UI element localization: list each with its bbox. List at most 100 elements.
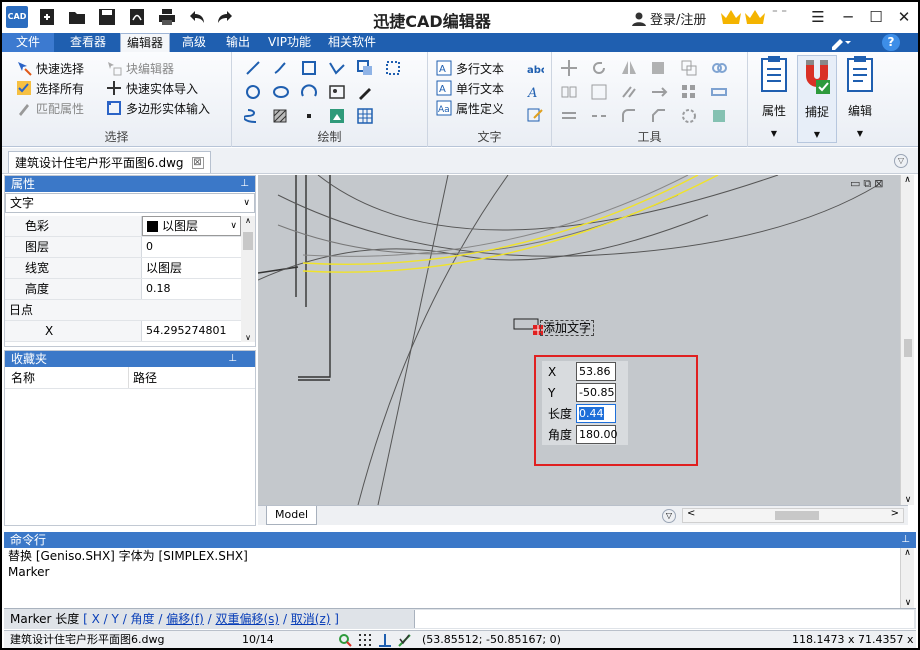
property-row-x[interactable]: X 54.295274801 (5, 321, 241, 342)
property-row-layer[interactable]: 图层 0 (5, 237, 241, 258)
layout-list-icon[interactable]: ▽ (662, 509, 676, 523)
rotate-tool-icon[interactable] (590, 59, 608, 77)
copy-tool-icon[interactable] (680, 59, 698, 77)
viewport-controls[interactable]: ▭⧉⊠ (850, 177, 886, 191)
stretch-tool-icon[interactable] (560, 83, 578, 101)
command-input[interactable] (414, 610, 914, 628)
scroll-down-icon[interactable]: ∨ (241, 333, 255, 342)
image-tool-icon[interactable] (328, 83, 346, 101)
edit-button[interactable]: 编辑 ▼ (840, 55, 880, 143)
block-editor-button[interactable]: 块编辑器 (106, 58, 210, 78)
raster-image-icon[interactable] (328, 107, 346, 125)
scroll-thumb[interactable] (775, 511, 819, 520)
scroll-up-icon[interactable]: ∧ (901, 175, 914, 185)
vip-crown-icon[interactable] (744, 9, 766, 25)
maximize-button[interactable]: ☐ (864, 6, 888, 28)
column-path[interactable]: 路径 (129, 367, 157, 388)
scroll-thumb[interactable] (904, 339, 912, 357)
match-properties-button[interactable]: 匹配属性 (16, 98, 84, 118)
style-icon[interactable] (830, 35, 852, 50)
move-tool-icon[interactable] (560, 59, 578, 77)
hatch-tool-icon[interactable] (272, 107, 290, 125)
layer-tool-icon[interactable] (650, 59, 668, 77)
command-scrollbar[interactable]: ∧ ∨ (900, 548, 914, 608)
circle-tool-icon[interactable] (244, 83, 262, 101)
help-icon[interactable]: ? (882, 34, 900, 51)
attribute-definition-button[interactable]: Aa 属性定义 (436, 98, 504, 118)
open-folder-icon[interactable] (68, 8, 86, 26)
command-option-cancel[interactable]: 取消(z) (291, 612, 331, 626)
mtext-button[interactable]: A 多行文本 (436, 58, 504, 78)
tab-viewer[interactable]: 查看器 (64, 33, 112, 52)
undo-icon[interactable] (188, 8, 206, 26)
color-select[interactable]: 以图层 ∨ (142, 216, 241, 236)
arc-tool-icon[interactable] (300, 83, 318, 101)
polyline-tool-icon[interactable] (328, 59, 346, 77)
tab-related-software[interactable]: 相关软件 (322, 33, 382, 52)
document-tab[interactable]: 建筑设计住宅户形平面图6.dwg ⊠ (8, 151, 211, 173)
join-tool-icon[interactable] (710, 107, 728, 125)
command-option-y[interactable]: Y (112, 612, 119, 626)
canvas-text-entity[interactable]: 添加文字 (540, 320, 595, 336)
quick-select-button[interactable]: 快速选择 (16, 58, 84, 78)
array-tool-icon[interactable] (680, 83, 698, 101)
scale-tool-icon[interactable] (590, 83, 608, 101)
save-icon[interactable] (98, 8, 116, 26)
quick-entity-import-button[interactable]: 快速实体导入 (106, 78, 210, 98)
dynamic-input-y[interactable]: -50.85 (576, 383, 616, 402)
scroll-left-icon[interactable]: < (687, 508, 695, 519)
vertical-scrollbar[interactable]: ∧ ∨ (900, 175, 914, 505)
region-tool-icon[interactable] (384, 59, 402, 77)
fillet-tool-icon[interactable] (620, 107, 638, 125)
scroll-right-icon[interactable]: > (891, 508, 899, 519)
select-all-button[interactable]: 选择所有 (16, 78, 84, 98)
tab-vip[interactable]: VIP功能 (262, 33, 317, 52)
properties-button[interactable]: 属性 ▼ (754, 55, 794, 143)
property-category-point[interactable]: 日点 (5, 300, 241, 321)
spline-tool-icon[interactable] (244, 107, 262, 125)
scroll-thumb[interactable] (243, 232, 253, 250)
command-option-x[interactable]: X (92, 612, 100, 626)
ellipse-tool-icon[interactable] (272, 83, 290, 101)
text-style-icon[interactable]: abc (526, 60, 544, 78)
command-input-line[interactable]: Marker 长度 [ X / Y / 角度 / 偏移(f) / 双重偏移(s)… (4, 608, 916, 629)
close-tab-icon[interactable]: ⊠ (191, 156, 204, 169)
chamfer-tool-icon[interactable] (650, 107, 668, 125)
login-link[interactable]: 登录/注册 (632, 9, 706, 28)
point-tool-icon[interactable] (300, 107, 318, 125)
scroll-up-icon[interactable]: ∧ (241, 216, 255, 230)
text-format-icon[interactable]: A (526, 83, 544, 101)
snap-toggle-icon[interactable] (338, 633, 352, 647)
dynamic-input-length[interactable]: 0.44 (576, 404, 616, 423)
explode-tool-icon[interactable] (680, 107, 698, 125)
measure-tool-icon[interactable] (710, 83, 728, 101)
line-tool-icon[interactable] (244, 59, 262, 77)
tab-editor[interactable]: 编辑器 (120, 33, 171, 52)
block-insert-icon[interactable] (356, 59, 374, 77)
break-tool-icon[interactable] (590, 107, 608, 125)
print-icon[interactable] (158, 8, 176, 26)
pin-icon[interactable]: ⊥ (240, 176, 249, 192)
scroll-down-icon[interactable]: ∨ (901, 598, 915, 608)
column-name[interactable]: 名称 (5, 367, 129, 388)
menu-icon[interactable]: ☰ (806, 6, 830, 28)
redo-icon[interactable] (216, 8, 234, 26)
property-row-height[interactable]: 高度 0.18 (5, 279, 241, 300)
horizontal-scrollbar[interactable]: < > (682, 508, 904, 523)
pin-icon[interactable]: ⊥ (228, 351, 237, 367)
mirror-tool-icon[interactable] (620, 59, 638, 77)
new-file-icon[interactable] (38, 8, 56, 26)
snap-button[interactable]: 捕捉 ▼ (797, 55, 837, 143)
table-tool-icon[interactable] (356, 107, 374, 125)
ortho-toggle-icon[interactable] (378, 633, 392, 647)
property-row-linewidth[interactable]: 线宽 以图层 (5, 258, 241, 279)
command-option-offset[interactable]: 偏移(f) (166, 612, 204, 626)
properties-scrollbar[interactable]: ∧ ∨ (241, 216, 255, 342)
command-option-angle[interactable]: 角度 (131, 612, 155, 626)
property-row-color[interactable]: 色彩 以图层 ∨ (5, 216, 241, 237)
pencil-tool-icon[interactable] (356, 83, 374, 101)
polar-toggle-icon[interactable] (398, 633, 412, 647)
text-edit-icon[interactable] (526, 106, 544, 124)
scroll-up-icon[interactable]: ∧ (901, 548, 914, 558)
tab-advanced[interactable]: 高级 (176, 33, 212, 52)
